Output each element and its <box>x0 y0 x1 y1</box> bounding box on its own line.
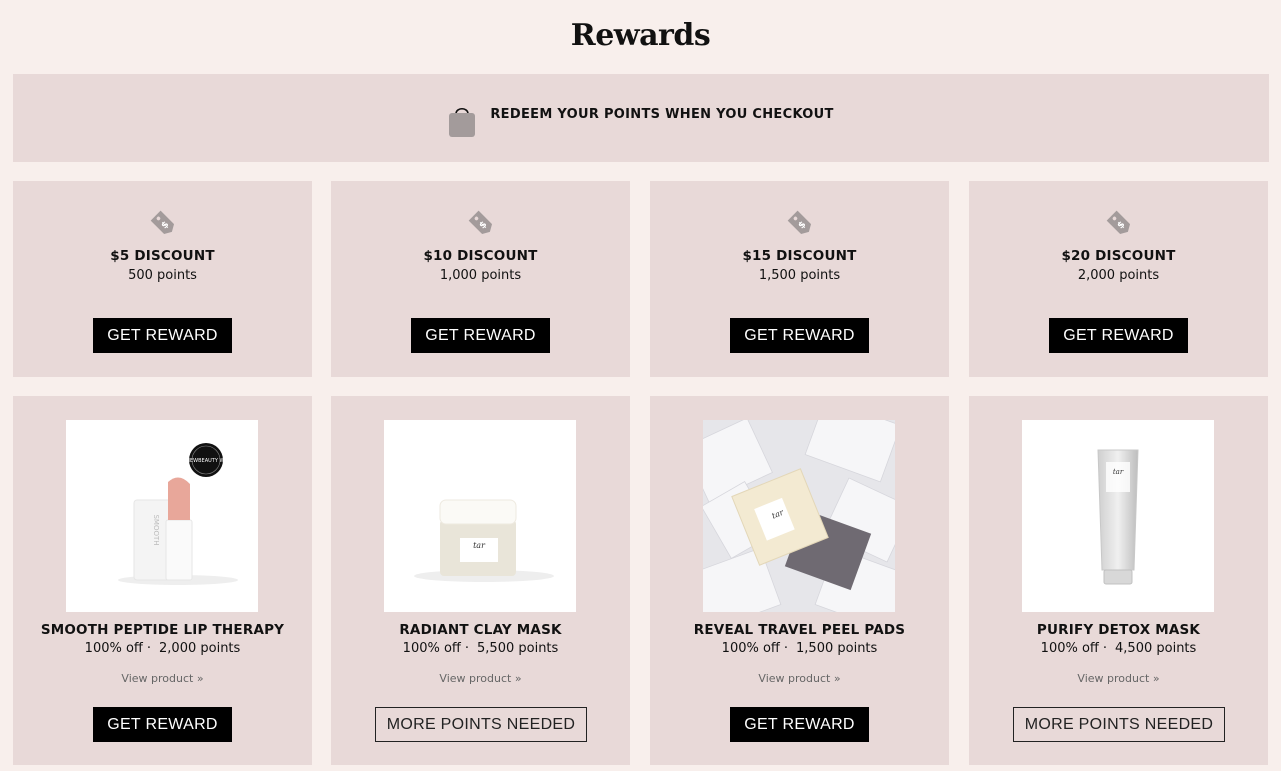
product-name: PURIFY DETOX MASK <box>1036 622 1201 638</box>
svg-text:2023 NEWBEAUTY WINNER: 2023 NEWBEAUTY WINNER <box>172 458 241 464</box>
view-product-link[interactable]: View product » <box>650 672 949 685</box>
offer-text: 100% off <box>84 641 143 656</box>
price-tag-icon: $ <box>787 210 812 235</box>
points-text: 4,500 points <box>1115 641 1197 656</box>
svg-text:tar: tar <box>473 541 486 550</box>
discount-card: $ $20 DISCOUNT 2,000 points GET REWARD <box>969 181 1268 377</box>
get-reward-button[interactable]: GET REWARD <box>730 318 869 353</box>
banner-text: REDEEM YOUR POINTS WHEN YOU CHECKOUT <box>490 106 834 122</box>
discount-title: $20 DISCOUNT <box>1061 248 1176 264</box>
page-title: Rewards <box>570 18 711 53</box>
discount-title: $5 DISCOUNT <box>110 248 215 264</box>
get-reward-button[interactable]: GET REWARD <box>730 707 869 742</box>
points-text: 5,500 points <box>477 641 559 656</box>
get-reward-button[interactable]: GET REWARD <box>93 318 232 353</box>
svg-text:SMOOTH: SMOOTH <box>152 514 160 545</box>
product-offer: 100% off · 1,500 points <box>650 641 949 656</box>
price-tag-icon: $ <box>468 210 493 235</box>
more-points-needed-button[interactable]: MORE POINTS NEEDED <box>1013 707 1225 742</box>
discount-points: 2,000 points <box>1077 268 1160 283</box>
discount-title: $15 DISCOUNT <box>742 248 857 264</box>
view-product-link[interactable]: View product » <box>13 672 312 685</box>
discount-card: $ $15 DISCOUNT 1,500 points GET REWARD <box>650 181 949 377</box>
product-image-lip-therapy[interactable]: SMOOTH 2023 NEWBEAUTY WINNER <box>66 420 258 612</box>
product-card: tar REVEAL TRAVEL PEEL PADS 100% off · 1,5… <box>650 396 949 765</box>
svg-text:tar: tar <box>1113 468 1124 476</box>
product-image-clay-mask[interactable]: tar <box>384 420 576 612</box>
shopping-bag-icon <box>449 107 476 137</box>
product-offer: 100% off · 5,500 points <box>331 641 630 656</box>
get-reward-button[interactable]: GET REWARD <box>411 318 550 353</box>
discount-card: $ $5 DISCOUNT 500 points GET REWARD <box>13 181 312 377</box>
separator: · <box>1102 641 1108 656</box>
get-reward-button[interactable]: GET REWARD <box>93 707 232 742</box>
product-image-peel-pads[interactable]: tar <box>703 420 895 612</box>
discount-card: $ $10 DISCOUNT 1,000 points GET REWARD <box>331 181 630 377</box>
points-text: 2,000 points <box>159 641 241 656</box>
separator: · <box>783 641 789 656</box>
discount-title: $10 DISCOUNT <box>423 248 538 264</box>
product-name: REVEAL TRAVEL PEEL PADS <box>693 622 906 638</box>
get-reward-button[interactable]: GET REWARD <box>1049 318 1188 353</box>
discount-points: 500 points <box>128 268 197 283</box>
product-offer: 100% off · 2,000 points <box>13 641 312 656</box>
product-image-detox-mask[interactable]: tar <box>1022 420 1214 612</box>
offer-text: 100% off <box>1040 641 1099 656</box>
product-offer: 100% off · 4,500 points <box>969 641 1268 656</box>
view-product-link[interactable]: View product » <box>969 672 1268 685</box>
price-tag-icon: $ <box>150 210 175 235</box>
separator: · <box>146 641 152 656</box>
offer-text: 100% off <box>402 641 461 656</box>
discount-points: 1,000 points <box>439 268 522 283</box>
product-card: tar RADIANT CLAY MASK 100% off · 5,500 poi… <box>331 396 630 765</box>
redeem-banner: REDEEM YOUR POINTS WHEN YOU CHECKOUT <box>13 74 1269 162</box>
points-text: 1,500 points <box>796 641 878 656</box>
separator: · <box>464 641 470 656</box>
product-card: SMOOTH 2023 NEWBEAUTY WINNER SMOOTH PEPT… <box>13 396 312 765</box>
product-name: SMOOTH PEPTIDE LIP THERAPY <box>40 622 285 638</box>
offer-text: 100% off <box>721 641 780 656</box>
discount-points: 1,500 points <box>758 268 841 283</box>
product-name: RADIANT CLAY MASK <box>399 622 562 638</box>
view-product-link[interactable]: View product » <box>331 672 630 685</box>
product-card: tar PURIFY DETOX MASK 100% off · 4,500 poi… <box>969 396 1268 765</box>
more-points-needed-button[interactable]: MORE POINTS NEEDED <box>375 707 587 742</box>
price-tag-icon: $ <box>1106 210 1131 235</box>
